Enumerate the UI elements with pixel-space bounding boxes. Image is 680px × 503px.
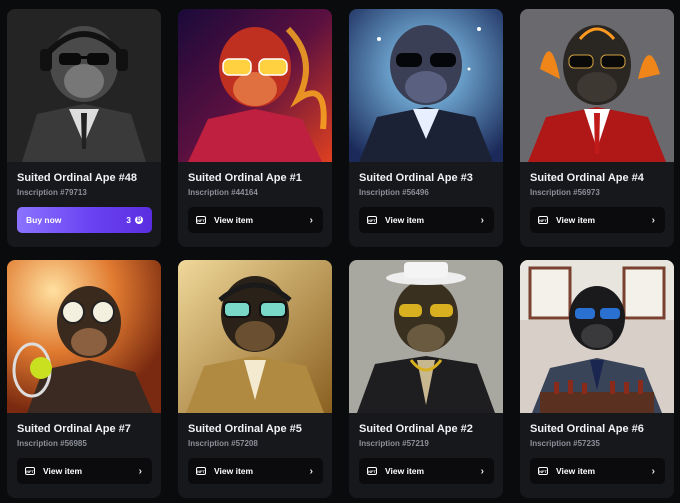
inscription-number: Inscription #56985 xyxy=(17,439,87,448)
nft-badge-icon: NFT xyxy=(538,467,548,475)
buy-now-button[interactable]: Buy now 3 ₿ xyxy=(17,207,152,233)
view-item-button[interactable]: NFT View item › xyxy=(188,458,323,484)
inscription-number: Inscription #57219 xyxy=(359,439,429,448)
buy-now-label: Buy now xyxy=(26,215,62,225)
nft-title: Suited Ordinal Ape #1 xyxy=(188,172,302,184)
nft-title: Suited Ordinal Ape #4 xyxy=(530,172,644,184)
nft-image[interactable] xyxy=(520,260,674,413)
view-item-label: View item xyxy=(385,466,425,476)
nft-image[interactable] xyxy=(349,260,503,413)
nft-badge-icon: NFT xyxy=(196,216,206,224)
nft-image[interactable] xyxy=(7,260,161,413)
nft-title: Suited Ordinal Ape #6 xyxy=(530,423,644,435)
chevron-right-icon: › xyxy=(480,214,484,226)
nft-badge-icon: NFT xyxy=(367,467,377,475)
view-item-label: View item xyxy=(214,215,254,225)
view-item-button[interactable]: NFT View item › xyxy=(359,458,494,484)
view-item-label: View item xyxy=(43,466,83,476)
view-item-label: View item xyxy=(556,215,596,225)
nft-card[interactable]: Suited Ordinal Ape #1 Inscription #44164… xyxy=(178,9,332,247)
view-item-button[interactable]: NFT View item › xyxy=(359,207,494,233)
nft-card[interactable]: Suited Ordinal Ape #48 Inscription #7971… xyxy=(7,9,161,247)
chevron-right-icon: › xyxy=(309,465,313,477)
inscription-number: Inscription #57208 xyxy=(188,439,258,448)
chevron-right-icon: › xyxy=(651,465,655,477)
nft-title: Suited Ordinal Ape #48 xyxy=(17,172,138,184)
nft-card[interactable]: Suited Ordinal Ape #7 Inscription #56985… xyxy=(7,260,161,498)
bitcoin-icon: ₿ xyxy=(135,216,143,224)
nft-badge-icon: NFT xyxy=(367,216,377,224)
view-item-button[interactable]: NFT View item › xyxy=(188,207,323,233)
chevron-right-icon: › xyxy=(138,465,142,477)
nft-badge-icon: NFT xyxy=(25,467,35,475)
chevron-right-icon: › xyxy=(309,214,313,226)
nft-badge-icon: NFT xyxy=(538,216,548,224)
nft-title: Suited Ordinal Ape #2 xyxy=(359,423,473,435)
nft-card[interactable]: Suited Ordinal Ape #3 Inscription #56496… xyxy=(349,9,503,247)
inscription-number: Inscription #56496 xyxy=(359,188,429,197)
nft-image[interactable] xyxy=(7,9,161,162)
nft-image[interactable] xyxy=(349,9,503,162)
view-item-button[interactable]: NFT View item › xyxy=(17,458,152,484)
nft-image[interactable] xyxy=(178,260,332,413)
view-item-button[interactable]: NFT View item › xyxy=(530,458,665,484)
view-item-label: View item xyxy=(385,215,425,225)
chevron-right-icon: › xyxy=(651,214,655,226)
inscription-number: Inscription #79713 xyxy=(17,188,87,197)
nft-title: Suited Ordinal Ape #5 xyxy=(188,423,302,435)
nft-title: Suited Ordinal Ape #3 xyxy=(359,172,473,184)
price: 3 ₿ xyxy=(126,215,143,225)
view-item-label: View item xyxy=(214,466,254,476)
nft-title: Suited Ordinal Ape #7 xyxy=(17,423,131,435)
inscription-number: Inscription #44164 xyxy=(188,188,258,197)
chevron-right-icon: › xyxy=(480,465,484,477)
nft-card[interactable]: Suited Ordinal Ape #2 Inscription #57219… xyxy=(349,260,503,498)
nft-image[interactable] xyxy=(178,9,332,162)
nft-card[interactable]: Suited Ordinal Ape #6 Inscription #57235… xyxy=(520,260,674,498)
nft-grid: Suited Ordinal Ape #48 Inscription #7971… xyxy=(0,0,680,503)
nft-badge-icon: NFT xyxy=(196,467,206,475)
inscription-number: Inscription #56973 xyxy=(530,188,600,197)
nft-card[interactable]: Suited Ordinal Ape #5 Inscription #57208… xyxy=(178,260,332,498)
inscription-number: Inscription #57235 xyxy=(530,439,600,448)
price-value: 3 xyxy=(126,215,131,225)
view-item-button[interactable]: NFT View item › xyxy=(530,207,665,233)
nft-image[interactable] xyxy=(520,9,674,162)
view-item-label: View item xyxy=(556,466,596,476)
nft-card[interactable]: Suited Ordinal Ape #4 Inscription #56973… xyxy=(520,9,674,247)
